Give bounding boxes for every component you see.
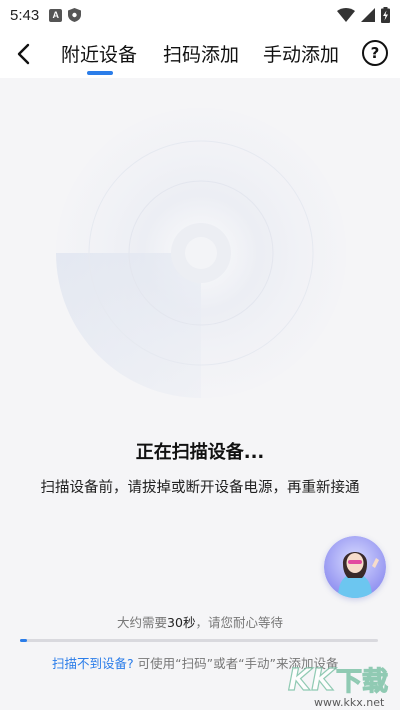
active-tab-indicator [87,71,113,75]
scan-status-title: 正在扫描设备... [135,442,265,463]
signal-icon [361,8,375,22]
svg-text:KK: KK [288,663,337,698]
assistant-avatar [324,536,386,598]
scan-progress-fill [20,639,28,642]
shield-icon [68,8,82,22]
help-button[interactable]: ? [362,40,388,66]
back-button[interactable] [10,39,36,69]
cannot-find-device-link[interactable]: 扫描不到设备? [52,656,134,671]
battery-charging-icon [381,7,390,23]
svg-text:下载: 下载 [336,667,388,697]
wait-time-text: 大约需要30秒，请您耐心等待 [0,612,400,631]
chevron-left-icon [17,43,30,65]
status-right-icons [337,7,390,23]
wifi-icon [337,8,355,22]
tab-manual-add[interactable]: 手动添加 [263,40,339,67]
assistant-avatar-button[interactable] [324,536,386,598]
status-time: 5:43 [10,6,40,24]
kkx-watermark-icon: KK 下载 www.kkx.net [287,662,388,709]
wait-duration: 30秒 [167,615,196,630]
scan-progress-bar [20,639,378,642]
wait-prefix: 大约需要 [117,615,168,630]
a-app-icon: A [49,8,63,22]
status-bar: 5:43 A [0,0,400,30]
svg-text:www.kkx.net: www.kkx.net [314,696,385,709]
top-nav-bar: 附近设备 扫码添加 手动添加 ? [0,30,400,78]
wait-suffix: ，请您耐心等待 [195,615,283,630]
tab-scan-code-add[interactable]: 扫码添加 [163,40,239,67]
tab-nearby-devices[interactable]: 附近设备 [61,40,137,67]
watermark-logo: KK 下载 www.kkx.net [284,656,400,710]
radar-scan-graphic [56,108,346,398]
scan-instruction-text: 扫描设备前，请拔掉或断开设备电源，再重新接通 [40,480,360,496]
question-mark-icon: ? [370,44,380,62]
